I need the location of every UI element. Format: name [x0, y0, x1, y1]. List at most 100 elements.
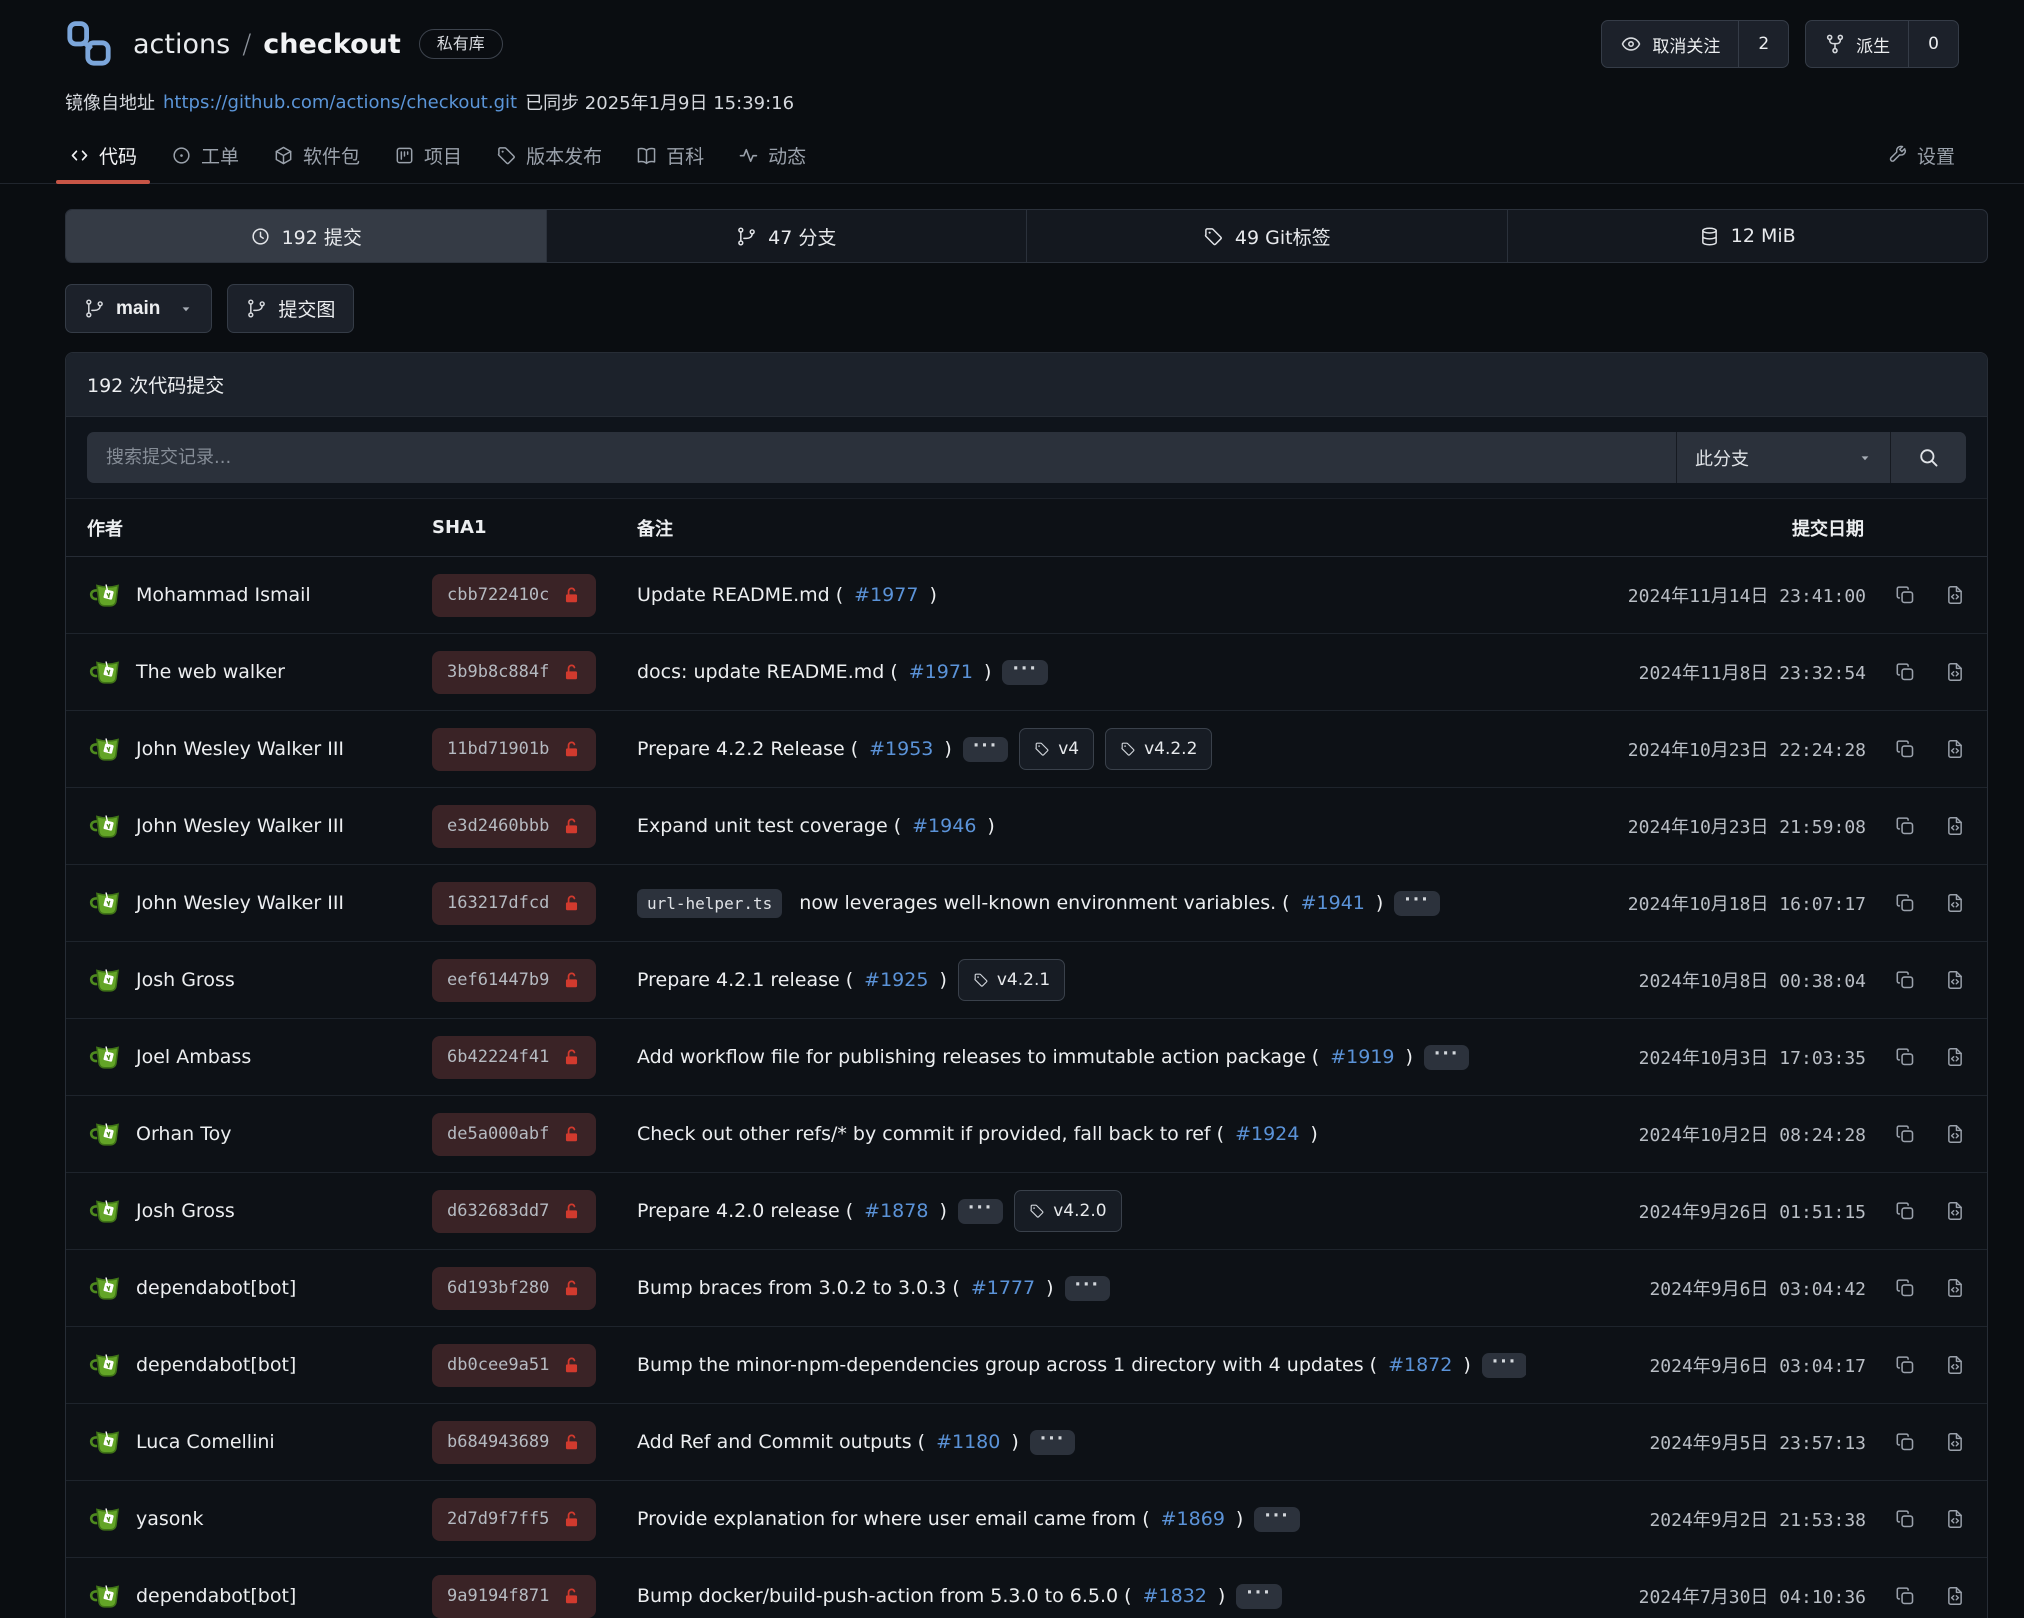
expand-message-button[interactable]: ··· — [1236, 1584, 1281, 1609]
copy-commit-id-button[interactable] — [1894, 1046, 1916, 1068]
commit-sha-badge[interactable]: 163217dfcd — [432, 882, 596, 925]
copy-commit-id-button[interactable] — [1894, 1508, 1916, 1530]
avatar[interactable] — [87, 1270, 123, 1306]
browse-source-button[interactable] — [1944, 738, 1966, 760]
commit-sha-badge[interactable]: d632683dd7 — [432, 1190, 596, 1233]
commit-sha-badge[interactable]: e3d2460bbb — [432, 805, 596, 848]
tab-activity[interactable]: 动态 — [721, 129, 823, 183]
stat-tags[interactable]: 49 Git标签 — [1026, 210, 1507, 262]
browse-source-button[interactable] — [1944, 1046, 1966, 1068]
expand-message-button[interactable]: ··· — [1030, 1430, 1075, 1455]
commit-sha-badge[interactable]: cbb722410c — [432, 574, 596, 617]
pr-link[interactable]: #1869 — [1161, 1508, 1225, 1530]
tab-issues[interactable]: 工单 — [154, 129, 256, 183]
expand-message-button[interactable]: ··· — [958, 1199, 1003, 1224]
expand-message-button[interactable]: ··· — [1254, 1507, 1299, 1532]
copy-commit-id-button[interactable] — [1894, 1431, 1916, 1453]
commit-sha-badge[interactable]: 3b9b8c884f — [432, 651, 596, 694]
commit-author[interactable]: yasonk — [136, 1508, 203, 1530]
copy-commit-id-button[interactable] — [1894, 815, 1916, 837]
expand-message-button[interactable]: ··· — [1394, 891, 1439, 916]
avatar[interactable] — [87, 885, 123, 921]
copy-commit-id-button[interactable] — [1894, 1354, 1916, 1376]
stat-branches[interactable]: 47 分支 — [546, 210, 1027, 262]
search-button[interactable] — [1890, 432, 1966, 483]
avatar[interactable] — [87, 1501, 123, 1537]
avatar[interactable] — [87, 962, 123, 998]
branch-selector[interactable]: main — [65, 284, 212, 333]
tag-badge[interactable]: v4.2.0 — [1014, 1190, 1121, 1232]
tab-packages[interactable]: 软件包 — [256, 129, 377, 183]
avatar[interactable] — [87, 808, 123, 844]
commit-sha-badge[interactable]: 11bd71901b — [432, 728, 596, 771]
avatar[interactable] — [87, 577, 123, 613]
avatar[interactable] — [87, 1347, 123, 1383]
browse-source-button[interactable] — [1944, 1431, 1966, 1453]
copy-commit-id-button[interactable] — [1894, 1200, 1916, 1222]
pr-link[interactable]: #1925 — [864, 969, 928, 991]
tab-releases[interactable]: 版本发布 — [479, 129, 619, 183]
copy-commit-id-button[interactable] — [1894, 1585, 1916, 1607]
stat-size[interactable]: 12 MiB — [1507, 210, 1988, 262]
avatar[interactable] — [87, 1424, 123, 1460]
browse-source-button[interactable] — [1944, 584, 1966, 606]
stat-commits[interactable]: 192 提交 — [66, 210, 546, 262]
tag-badge[interactable]: v4.2.1 — [958, 959, 1065, 1001]
commit-author[interactable]: Orhan Toy — [136, 1123, 231, 1145]
expand-message-button[interactable]: ··· — [963, 737, 1008, 762]
browse-source-button[interactable] — [1944, 815, 1966, 837]
avatar[interactable] — [87, 1116, 123, 1152]
tab-wiki[interactable]: 百科 — [619, 129, 721, 183]
copy-commit-id-button[interactable] — [1894, 584, 1916, 606]
forks-count[interactable]: 0 — [1908, 21, 1958, 67]
fork-button[interactable]: 派生 0 — [1805, 20, 1959, 68]
commit-author[interactable]: Mohammad Ismail — [136, 584, 311, 606]
pr-link[interactable]: #1977 — [854, 584, 918, 606]
copy-commit-id-button[interactable] — [1894, 1123, 1916, 1145]
browse-source-button[interactable] — [1944, 1123, 1966, 1145]
browse-source-button[interactable] — [1944, 1354, 1966, 1376]
commit-author[interactable]: Joel Ambass — [136, 1046, 251, 1068]
unwatch-button[interactable]: 取消关注 2 — [1601, 20, 1789, 68]
commit-sha-badge[interactable]: 9a9194f871 — [432, 1575, 596, 1618]
commit-sha-badge[interactable]: b684943689 — [432, 1421, 596, 1464]
commit-graph-button[interactable]: 提交图 — [227, 284, 354, 333]
watchers-count[interactable]: 2 — [1738, 21, 1788, 67]
branch-filter-select[interactable]: 此分支 — [1676, 432, 1890, 483]
browse-source-button[interactable] — [1944, 1200, 1966, 1222]
search-commits-input[interactable] — [87, 432, 1676, 483]
commit-author[interactable]: John Wesley Walker III — [136, 738, 344, 760]
commit-author[interactable]: John Wesley Walker III — [136, 815, 344, 837]
commit-author[interactable]: Josh Gross — [136, 1200, 235, 1222]
pr-link[interactable]: #1832 — [1143, 1585, 1207, 1607]
pr-link[interactable]: #1180 — [936, 1431, 1000, 1453]
expand-message-button[interactable]: ··· — [1482, 1353, 1526, 1378]
tab-code[interactable]: 代码 — [52, 129, 154, 183]
pr-link[interactable]: #1946 — [912, 815, 976, 837]
copy-commit-id-button[interactable] — [1894, 892, 1916, 914]
commit-author[interactable]: Josh Gross — [136, 969, 235, 991]
avatar[interactable] — [87, 1039, 123, 1075]
tab-settings[interactable]: 设置 — [1870, 129, 1972, 183]
commit-author[interactable]: Luca Comellini — [136, 1431, 275, 1453]
commit-sha-badge[interactable]: 2d7d9f7ff5 — [432, 1498, 596, 1541]
copy-commit-id-button[interactable] — [1894, 661, 1916, 683]
expand-message-button[interactable]: ··· — [1424, 1045, 1469, 1070]
tag-badge[interactable]: v4 — [1019, 728, 1094, 770]
copy-commit-id-button[interactable] — [1894, 969, 1916, 991]
pr-link[interactable]: #1941 — [1301, 892, 1365, 914]
pr-link[interactable]: #1777 — [971, 1277, 1035, 1299]
browse-source-button[interactable] — [1944, 969, 1966, 991]
pr-link[interactable]: #1924 — [1235, 1123, 1299, 1145]
commit-author[interactable]: dependabot[bot] — [136, 1585, 296, 1607]
browse-source-button[interactable] — [1944, 1277, 1966, 1299]
commit-sha-badge[interactable]: de5a000abf — [432, 1113, 596, 1156]
commit-sha-badge[interactable]: 6b42224f41 — [432, 1036, 596, 1079]
browse-source-button[interactable] — [1944, 661, 1966, 683]
pr-link[interactable]: #1878 — [864, 1200, 928, 1222]
commit-author[interactable]: dependabot[bot] — [136, 1277, 296, 1299]
commit-author[interactable]: dependabot[bot] — [136, 1354, 296, 1376]
commit-author[interactable]: John Wesley Walker III — [136, 892, 344, 914]
repo-owner-link[interactable]: actions — [133, 29, 230, 60]
copy-commit-id-button[interactable] — [1894, 1277, 1916, 1299]
